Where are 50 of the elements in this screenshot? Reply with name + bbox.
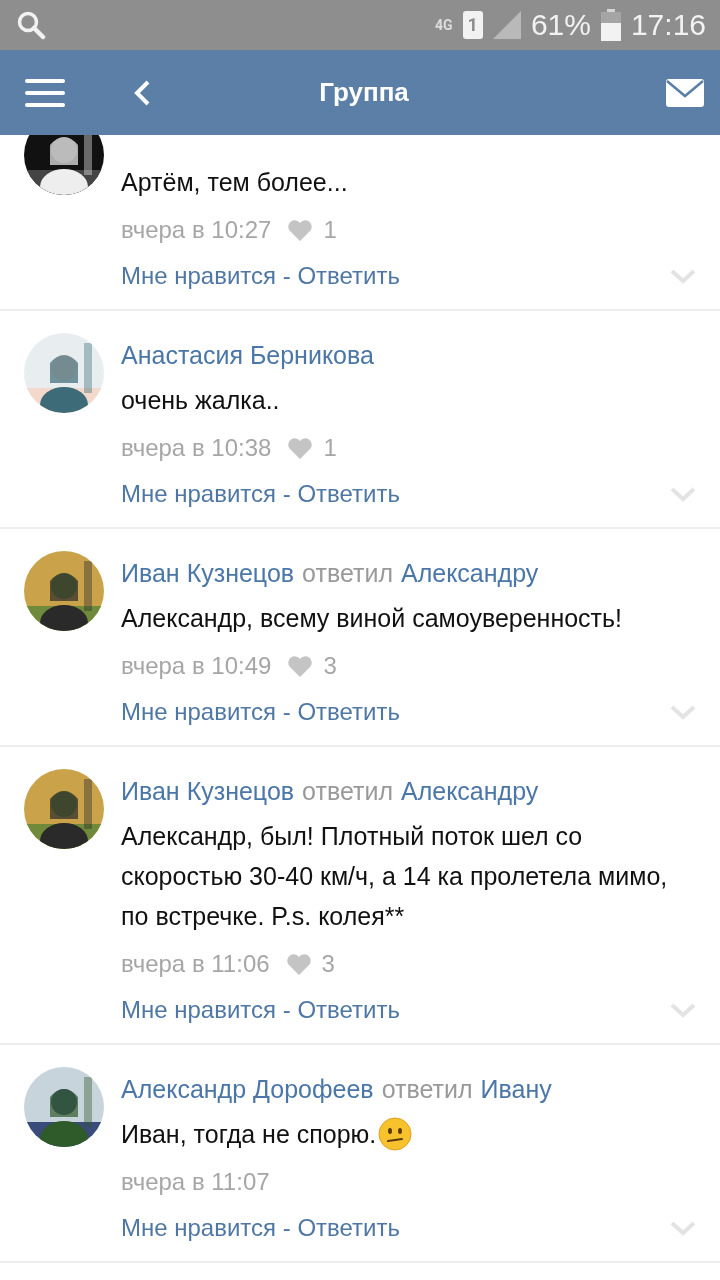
clock: 17:16 bbox=[630, 8, 706, 42]
recipient-link[interactable]: Александру bbox=[401, 769, 539, 813]
comment-text: Артём, тем более... bbox=[121, 167, 348, 198]
reply-verb: ответил bbox=[302, 558, 393, 589]
heart-icon[interactable] bbox=[287, 218, 314, 241]
comment-time: вчера в 10:49 bbox=[121, 651, 272, 680]
chevron-down-icon[interactable] bbox=[670, 1002, 696, 1018]
like-reply-link[interactable]: Мне нравится - Ответить bbox=[121, 1214, 400, 1242]
heart-icon[interactable] bbox=[285, 952, 312, 975]
menu-icon[interactable] bbox=[25, 77, 65, 108]
chevron-down-icon[interactable] bbox=[670, 486, 696, 502]
comment-time: вчера в 11:06 bbox=[121, 949, 270, 978]
author-link[interactable]: Александр Дорофеев bbox=[121, 1067, 374, 1111]
comment-text: Александр, был! Плотный поток шел со скоростью 30-40 км/ч, а 14 ка пролетела мимо, по встречке. P.s. колея** bbox=[121, 821, 669, 932]
heart-icon[interactable] bbox=[287, 654, 314, 677]
comment-time: вчера в 10:38 bbox=[121, 433, 272, 462]
search-icon[interactable] bbox=[16, 10, 46, 40]
author-link[interactable]: Иван Кузнецов bbox=[121, 769, 295, 813]
recipient-link[interactable]: Александру bbox=[401, 551, 539, 595]
like-reply-link[interactable]: Мне нравится - Ответить bbox=[121, 996, 400, 1024]
sim-label: 1 bbox=[462, 11, 483, 39]
back-icon[interactable] bbox=[132, 78, 152, 107]
chevron-down-icon[interactable] bbox=[670, 268, 696, 284]
comment-time: вчера в 10:27 bbox=[121, 215, 272, 244]
battery-icon bbox=[600, 9, 621, 41]
network-label: 4G bbox=[434, 17, 453, 33]
mail-icon[interactable] bbox=[666, 78, 704, 107]
chevron-down-icon[interactable] bbox=[670, 1220, 696, 1236]
like-count: 1 bbox=[323, 215, 337, 244]
comment-text: Иван, тогда не спорю. bbox=[121, 1119, 377, 1150]
reply-verb: ответил bbox=[381, 1074, 473, 1105]
comment-time: вчера в 11:07 bbox=[121, 1167, 270, 1196]
confused-face-icon bbox=[378, 1117, 413, 1151]
author-link[interactable]: Анастасия Берникова bbox=[121, 333, 374, 377]
like-reply-link[interactable]: Мне нравится - Ответить bbox=[121, 698, 400, 726]
recipient-link[interactable]: Ивану bbox=[480, 1067, 552, 1111]
like-count: 3 bbox=[321, 949, 335, 978]
comment-text: Александр, всему виной самоуверенность! bbox=[121, 603, 623, 634]
author-link[interactable]: Иван Кузнецов bbox=[121, 551, 295, 595]
page-title: Группа bbox=[318, 77, 410, 108]
reply-verb: ответил bbox=[302, 776, 393, 807]
like-reply-link[interactable]: Мне нравится - Ответить bbox=[121, 480, 400, 508]
heart-icon[interactable] bbox=[287, 436, 314, 459]
like-count: 1 bbox=[323, 433, 337, 462]
like-reply-link[interactable]: Мне нравится - Ответить bbox=[121, 262, 400, 290]
like-count: 3 bbox=[323, 651, 337, 680]
signal-icon bbox=[492, 11, 521, 39]
battery-percent: 61% bbox=[530, 8, 591, 42]
chevron-down-icon[interactable] bbox=[670, 704, 696, 720]
comment-text: очень жалка.. bbox=[121, 385, 280, 416]
